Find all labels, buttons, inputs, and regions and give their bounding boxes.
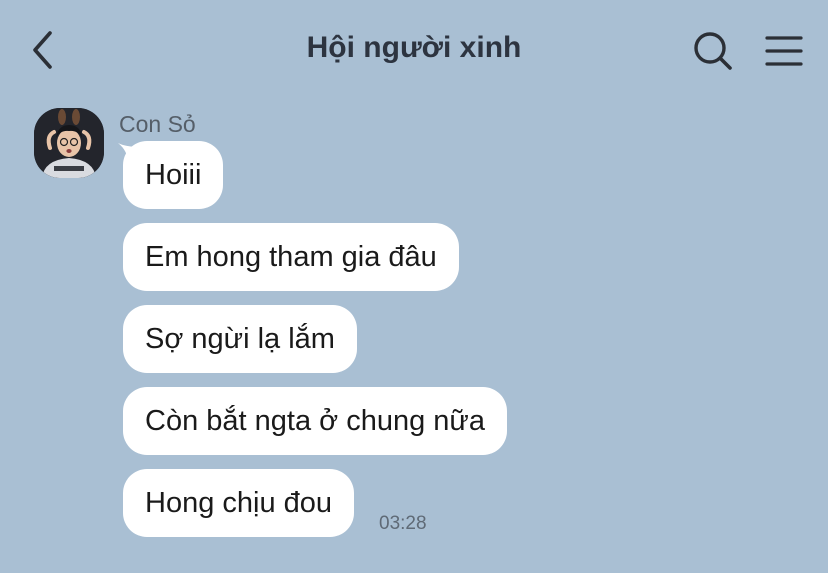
avatar-image bbox=[34, 108, 104, 178]
chevron-left-icon bbox=[33, 31, 52, 69]
menu-button[interactable] bbox=[764, 34, 804, 68]
message-bubble[interactable]: Hoiii bbox=[123, 141, 224, 209]
message-bubble[interactable]: Sợ ngừi lạ lắm bbox=[123, 305, 357, 373]
message-text: Hoiii bbox=[145, 159, 202, 191]
message-text: Còn bắt ngta ở chung nữa bbox=[145, 405, 485, 437]
message-bubble[interactable]: Em hong tham gia đâu bbox=[123, 223, 459, 291]
message-text: Em hong tham gia đâu bbox=[145, 241, 437, 273]
message-text: Sợ ngừi lạ lắm bbox=[145, 323, 335, 355]
search-button[interactable] bbox=[692, 30, 734, 72]
message-bubble[interactable]: Hong chịu đou bbox=[123, 469, 355, 537]
message-timestamp: 03:28 bbox=[379, 513, 427, 534]
back-button[interactable] bbox=[26, 28, 62, 72]
message-text: Hong chịu đou bbox=[145, 487, 333, 519]
sender-name: Con Sỏ bbox=[119, 111, 196, 137]
message-bubble[interactable]: Còn bắt ngta ở chung nữa bbox=[123, 387, 507, 455]
chat-header: Hội người xinh bbox=[0, 0, 828, 100]
hamburger-menu-icon bbox=[765, 36, 803, 66]
search-icon bbox=[694, 32, 732, 70]
sender-avatar[interactable] bbox=[34, 108, 104, 178]
